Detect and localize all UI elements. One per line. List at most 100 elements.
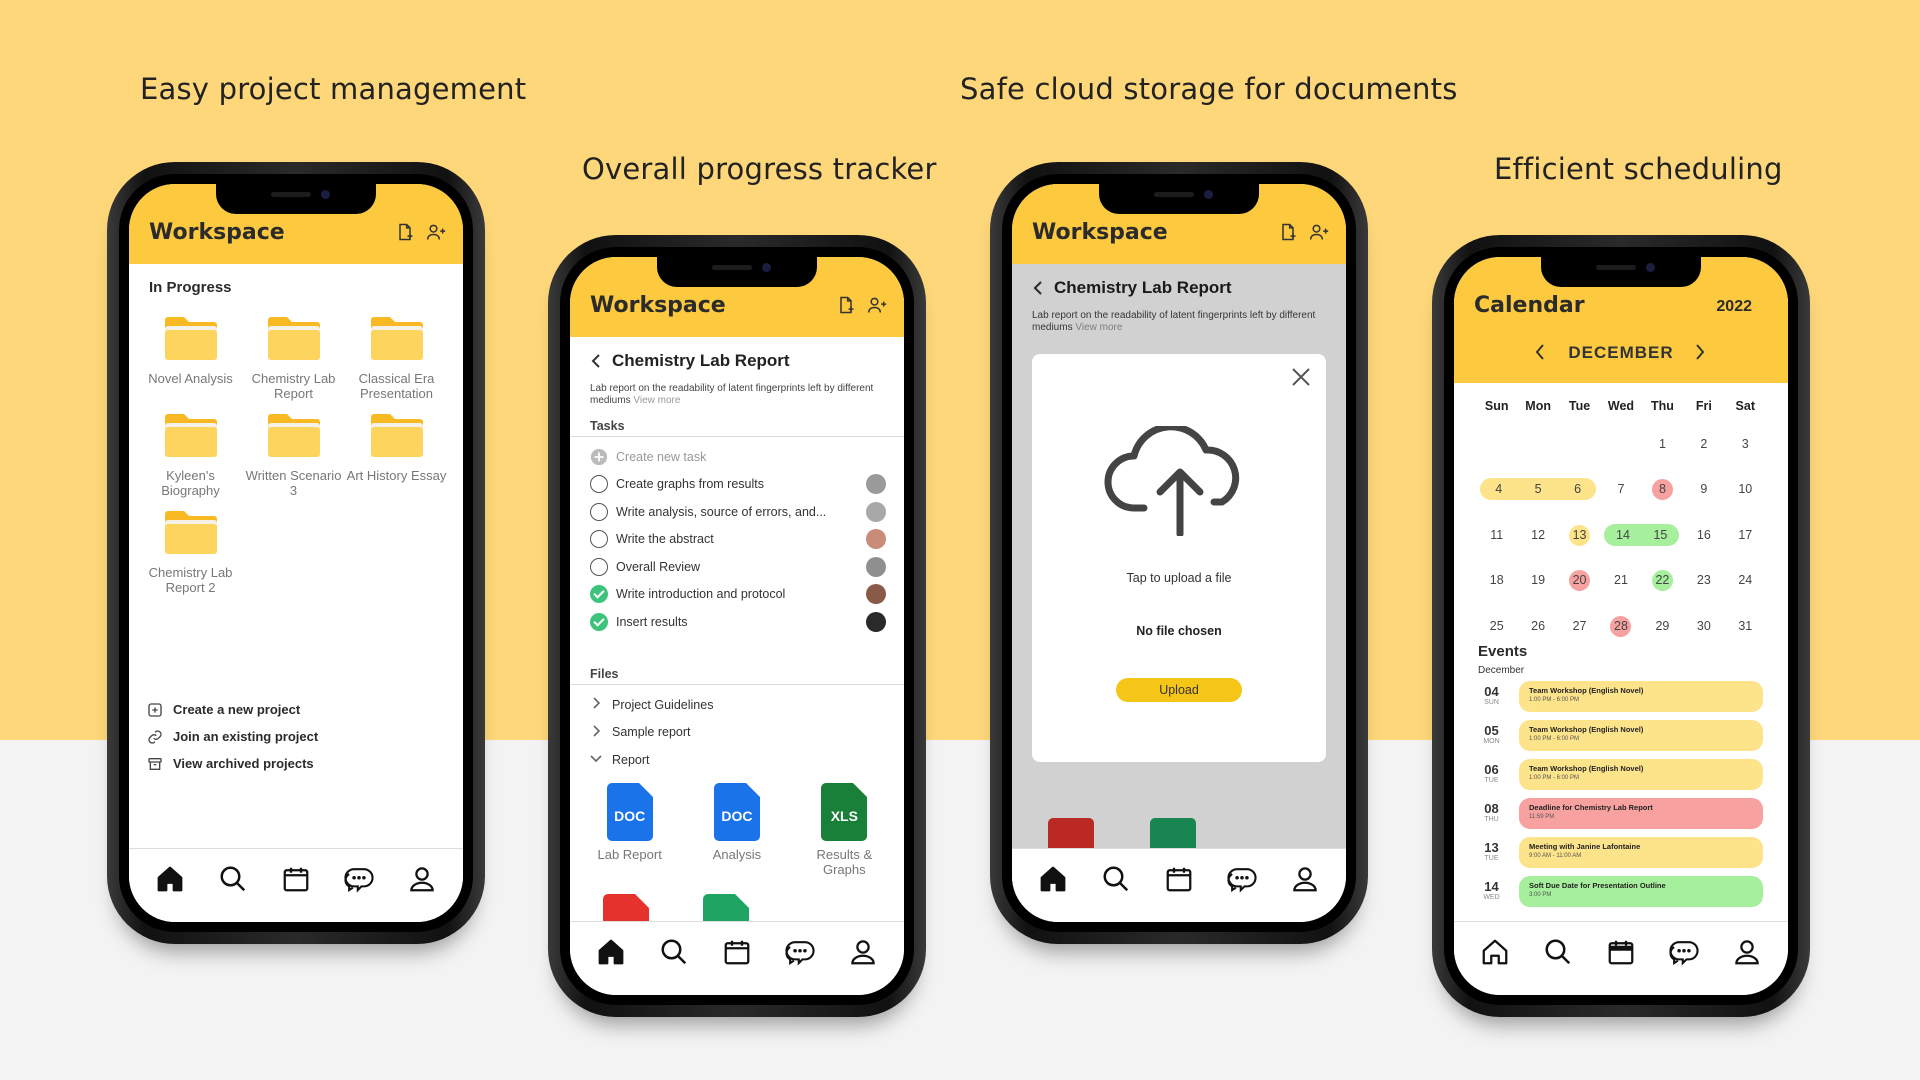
event-row[interactable]: 14 WED Soft Due Date for Presentation Outl… (1464, 872, 1788, 911)
project-folder[interactable]: Chemistry Lab Report (242, 314, 345, 401)
add-user-icon[interactable] (866, 295, 888, 320)
unchecked-circle-icon[interactable] (590, 475, 608, 494)
event-row[interactable]: 06 TUE Team Workshop (English Novel) 1:00 P… (1464, 755, 1788, 794)
calendar-day[interactable]: 9 (1683, 478, 1724, 500)
calendar-day[interactable]: 14 (1604, 523, 1642, 546)
checked-circle-icon[interactable] (590, 612, 608, 631)
file-tile[interactable]: XLS Results & Graphs (794, 783, 894, 877)
checked-circle-icon[interactable] (590, 585, 608, 604)
unchecked-circle-icon[interactable] (590, 557, 608, 576)
event-row[interactable]: 08 THU Deadline for Chemistry Lab Report 11… (1464, 794, 1788, 833)
nav-chat-button[interactable] (1225, 865, 1259, 899)
nav-calendar-button[interactable] (1162, 865, 1196, 899)
file-tile[interactable]: DOC Analysis (687, 783, 787, 877)
calendar-day[interactable]: 19 (1517, 569, 1558, 591)
task-row[interactable]: Insert results (590, 608, 886, 636)
view-more-link[interactable]: View more (633, 395, 680, 406)
task-row[interactable]: Write analysis, source of errors, and... (590, 498, 886, 526)
unchecked-circle-icon[interactable] (590, 502, 608, 521)
nav-home-button[interactable] (153, 865, 187, 899)
project-folder[interactable]: Novel Analysis (139, 314, 242, 401)
calendar-day[interactable]: 8 (1642, 478, 1683, 501)
calendar-day[interactable]: 2 (1683, 433, 1724, 455)
project-folder[interactable]: Chemistry Lab Report 2 (139, 508, 242, 595)
calendar-day[interactable]: 16 (1683, 524, 1724, 546)
close-icon[interactable] (1290, 366, 1312, 388)
calendar-day[interactable]: 31 (1725, 615, 1766, 637)
nav-chat-button[interactable] (783, 938, 817, 972)
nav-chat-button[interactable] (342, 865, 376, 899)
calendar-day[interactable]: 25 (1476, 615, 1517, 637)
nav-profile-button[interactable] (1730, 938, 1764, 972)
upload-button[interactable]: Upload (1116, 678, 1242, 702)
nav-profile-button[interactable] (405, 865, 439, 899)
archived-projects-link[interactable]: View archived projects (147, 750, 318, 777)
calendar-day[interactable]: 18 (1476, 569, 1517, 591)
file-folder-row[interactable]: Project Guidelines (590, 691, 886, 719)
create-project-link[interactable]: Create a new project (147, 696, 318, 723)
project-folder[interactable]: Kyleen's Biography (139, 411, 242, 498)
calendar-day[interactable]: 7 (1600, 478, 1641, 500)
event-card[interactable]: Team Workshop (English Novel) 1:00 PM - 6… (1519, 681, 1763, 712)
nav-profile-button[interactable] (1288, 865, 1322, 899)
nav-home-button[interactable] (1478, 938, 1512, 972)
calendar-day[interactable]: 1 (1642, 433, 1683, 455)
calendar-day[interactable]: 30 (1683, 615, 1724, 637)
event-card[interactable]: Team Workshop (English Novel) 1:00 PM - 6… (1519, 759, 1763, 790)
nav-search-button[interactable] (1541, 938, 1575, 972)
calendar-day[interactable]: 29 (1642, 615, 1683, 637)
project-folder[interactable]: Classical Era Presentation (345, 314, 448, 401)
nav-calendar-button[interactable] (279, 865, 313, 899)
nav-search-button[interactable] (657, 938, 691, 972)
calendar-day[interactable]: 5 (1517, 478, 1559, 501)
unchecked-circle-icon[interactable] (590, 530, 608, 549)
file-folder-row[interactable]: Sample report (590, 719, 886, 747)
create-task-row[interactable]: Create new task (590, 443, 886, 471)
upload-prompt[interactable]: Tap to upload a file (1032, 571, 1326, 585)
calendar-day[interactable]: 27 (1559, 615, 1600, 637)
calendar-day[interactable]: 21 (1600, 569, 1641, 591)
project-folder[interactable]: Written Scenario 3 (242, 411, 345, 498)
nav-search-button[interactable] (216, 865, 250, 899)
nav-calendar-button[interactable] (720, 938, 754, 972)
file-folder-row[interactable]: Report (590, 746, 886, 774)
task-row[interactable]: Write the abstract (590, 526, 886, 554)
new-file-icon[interactable] (1278, 222, 1298, 247)
task-row[interactable]: Create graphs from results (590, 471, 886, 499)
event-row[interactable]: 05 MON Team Workshop (English Novel) 1:00 P… (1464, 716, 1788, 755)
event-card[interactable]: Team Workshop (English Novel) 1:00 PM - 6… (1519, 720, 1763, 751)
cloud-upload-icon[interactable] (1100, 426, 1260, 536)
join-project-link[interactable]: Join an existing project (147, 723, 318, 750)
calendar-day[interactable]: 28 (1600, 615, 1641, 637)
new-file-icon[interactable] (836, 295, 856, 320)
event-row[interactable]: 13 TUE Meeting with Janine Lafontaine 9:00 … (1464, 833, 1788, 872)
calendar-day[interactable]: 15 (1641, 523, 1680, 546)
nav-home-button[interactable] (594, 938, 628, 972)
calendar-day[interactable]: 23 (1683, 569, 1724, 591)
nav-calendar-button[interactable] (1604, 938, 1638, 972)
calendar-day[interactable]: 6 (1558, 478, 1597, 501)
next-month-icon[interactable] (1694, 343, 1706, 361)
nav-search-button[interactable] (1099, 865, 1133, 899)
event-card[interactable]: Soft Due Date for Presentation Outline 3:… (1519, 876, 1763, 907)
add-user-icon[interactable] (425, 222, 447, 247)
calendar-day[interactable]: 24 (1725, 569, 1766, 591)
project-folder[interactable]: Art History Essay (345, 411, 448, 498)
event-row[interactable]: 04 SUN Team Workshop (English Novel) 1:00 P… (1464, 677, 1788, 716)
nav-chat-button[interactable] (1667, 938, 1701, 972)
add-user-icon[interactable] (1308, 222, 1330, 247)
calendar-day[interactable]: 26 (1517, 615, 1558, 637)
calendar-day[interactable]: 4 (1480, 478, 1518, 501)
event-card[interactable]: Meeting with Janine Lafontaine 9:00 AM - … (1519, 837, 1763, 868)
nav-home-button[interactable] (1036, 865, 1070, 899)
calendar-day[interactable]: 11 (1476, 524, 1517, 546)
calendar-day[interactable]: 10 (1725, 478, 1766, 500)
calendar-day[interactable]: 17 (1725, 524, 1766, 546)
calendar-day[interactable]: 22 (1642, 569, 1683, 592)
task-row[interactable]: Overall Review (590, 553, 886, 581)
task-row[interactable]: Write introduction and protocol (590, 581, 886, 609)
calendar-day[interactable]: 3 (1725, 433, 1766, 455)
calendar-day[interactable]: 13 (1559, 524, 1600, 546)
file-tile[interactable]: DOC Lab Report (580, 783, 680, 877)
calendar-day[interactable]: 20 (1559, 569, 1600, 592)
